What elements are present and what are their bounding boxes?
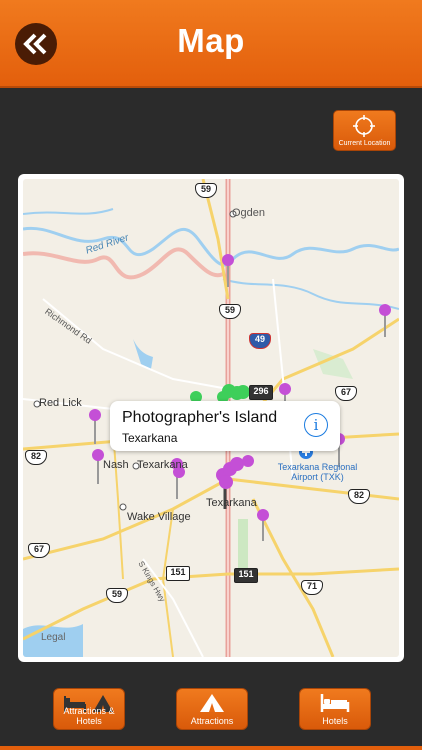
map-legal-link[interactable]: Legal [41,632,65,643]
attractions-button[interactable]: Attractions [176,688,248,730]
crosshair-icon [353,115,375,137]
callout-title: Photographer's Island [122,409,278,426]
hotels-label: Hotels [322,716,348,726]
map-label-red-lick: Red Lick [39,397,82,409]
current-location-label: Current Location [338,140,391,147]
map-view[interactable]: Ogden Red River Richmond Rd Red Lick Nas… [23,179,399,657]
tent-icon [200,694,224,712]
map-label-wake-village: Wake Village [127,511,191,523]
bottom-bar: Attractions & Hotels Attractions Hotels [0,672,422,750]
callout-subtitle: Texarkana [122,431,178,445]
attractions-hotels-label: Attractions & Hotels [63,706,115,726]
map-label-ogden: Ogden [232,207,266,219]
map-label-nash: Nash [103,459,129,471]
attractions-hotels-button[interactable]: Attractions & Hotels [53,688,125,730]
map-label-texarkana-west: Texarkana [137,459,188,471]
route-shield-151: 151 [234,568,258,583]
bottom-accent-line [0,746,422,750]
route-shield-296: 296 [249,385,273,400]
map-callout[interactable]: Photographer's Island Texarkana i [110,401,340,451]
header-bar: Map [0,0,422,88]
map-label-airport: Texarkana Regional Airport (TXK) [277,462,358,482]
route-shield-151: 151 [166,566,190,581]
info-icon[interactable]: i [304,413,328,437]
map-frame: Ogden Red River Richmond Rd Red Lick Nas… [18,174,404,662]
hotels-button[interactable]: Hotels [299,688,371,730]
map-label-texarkana-center: Texarkana [206,497,257,509]
bed-icon [320,694,350,712]
pin-3 [89,409,101,444]
current-location-button[interactable]: Current Location [333,110,396,151]
attractions-label: Attractions [190,716,234,726]
page-title: Map [177,22,245,59]
